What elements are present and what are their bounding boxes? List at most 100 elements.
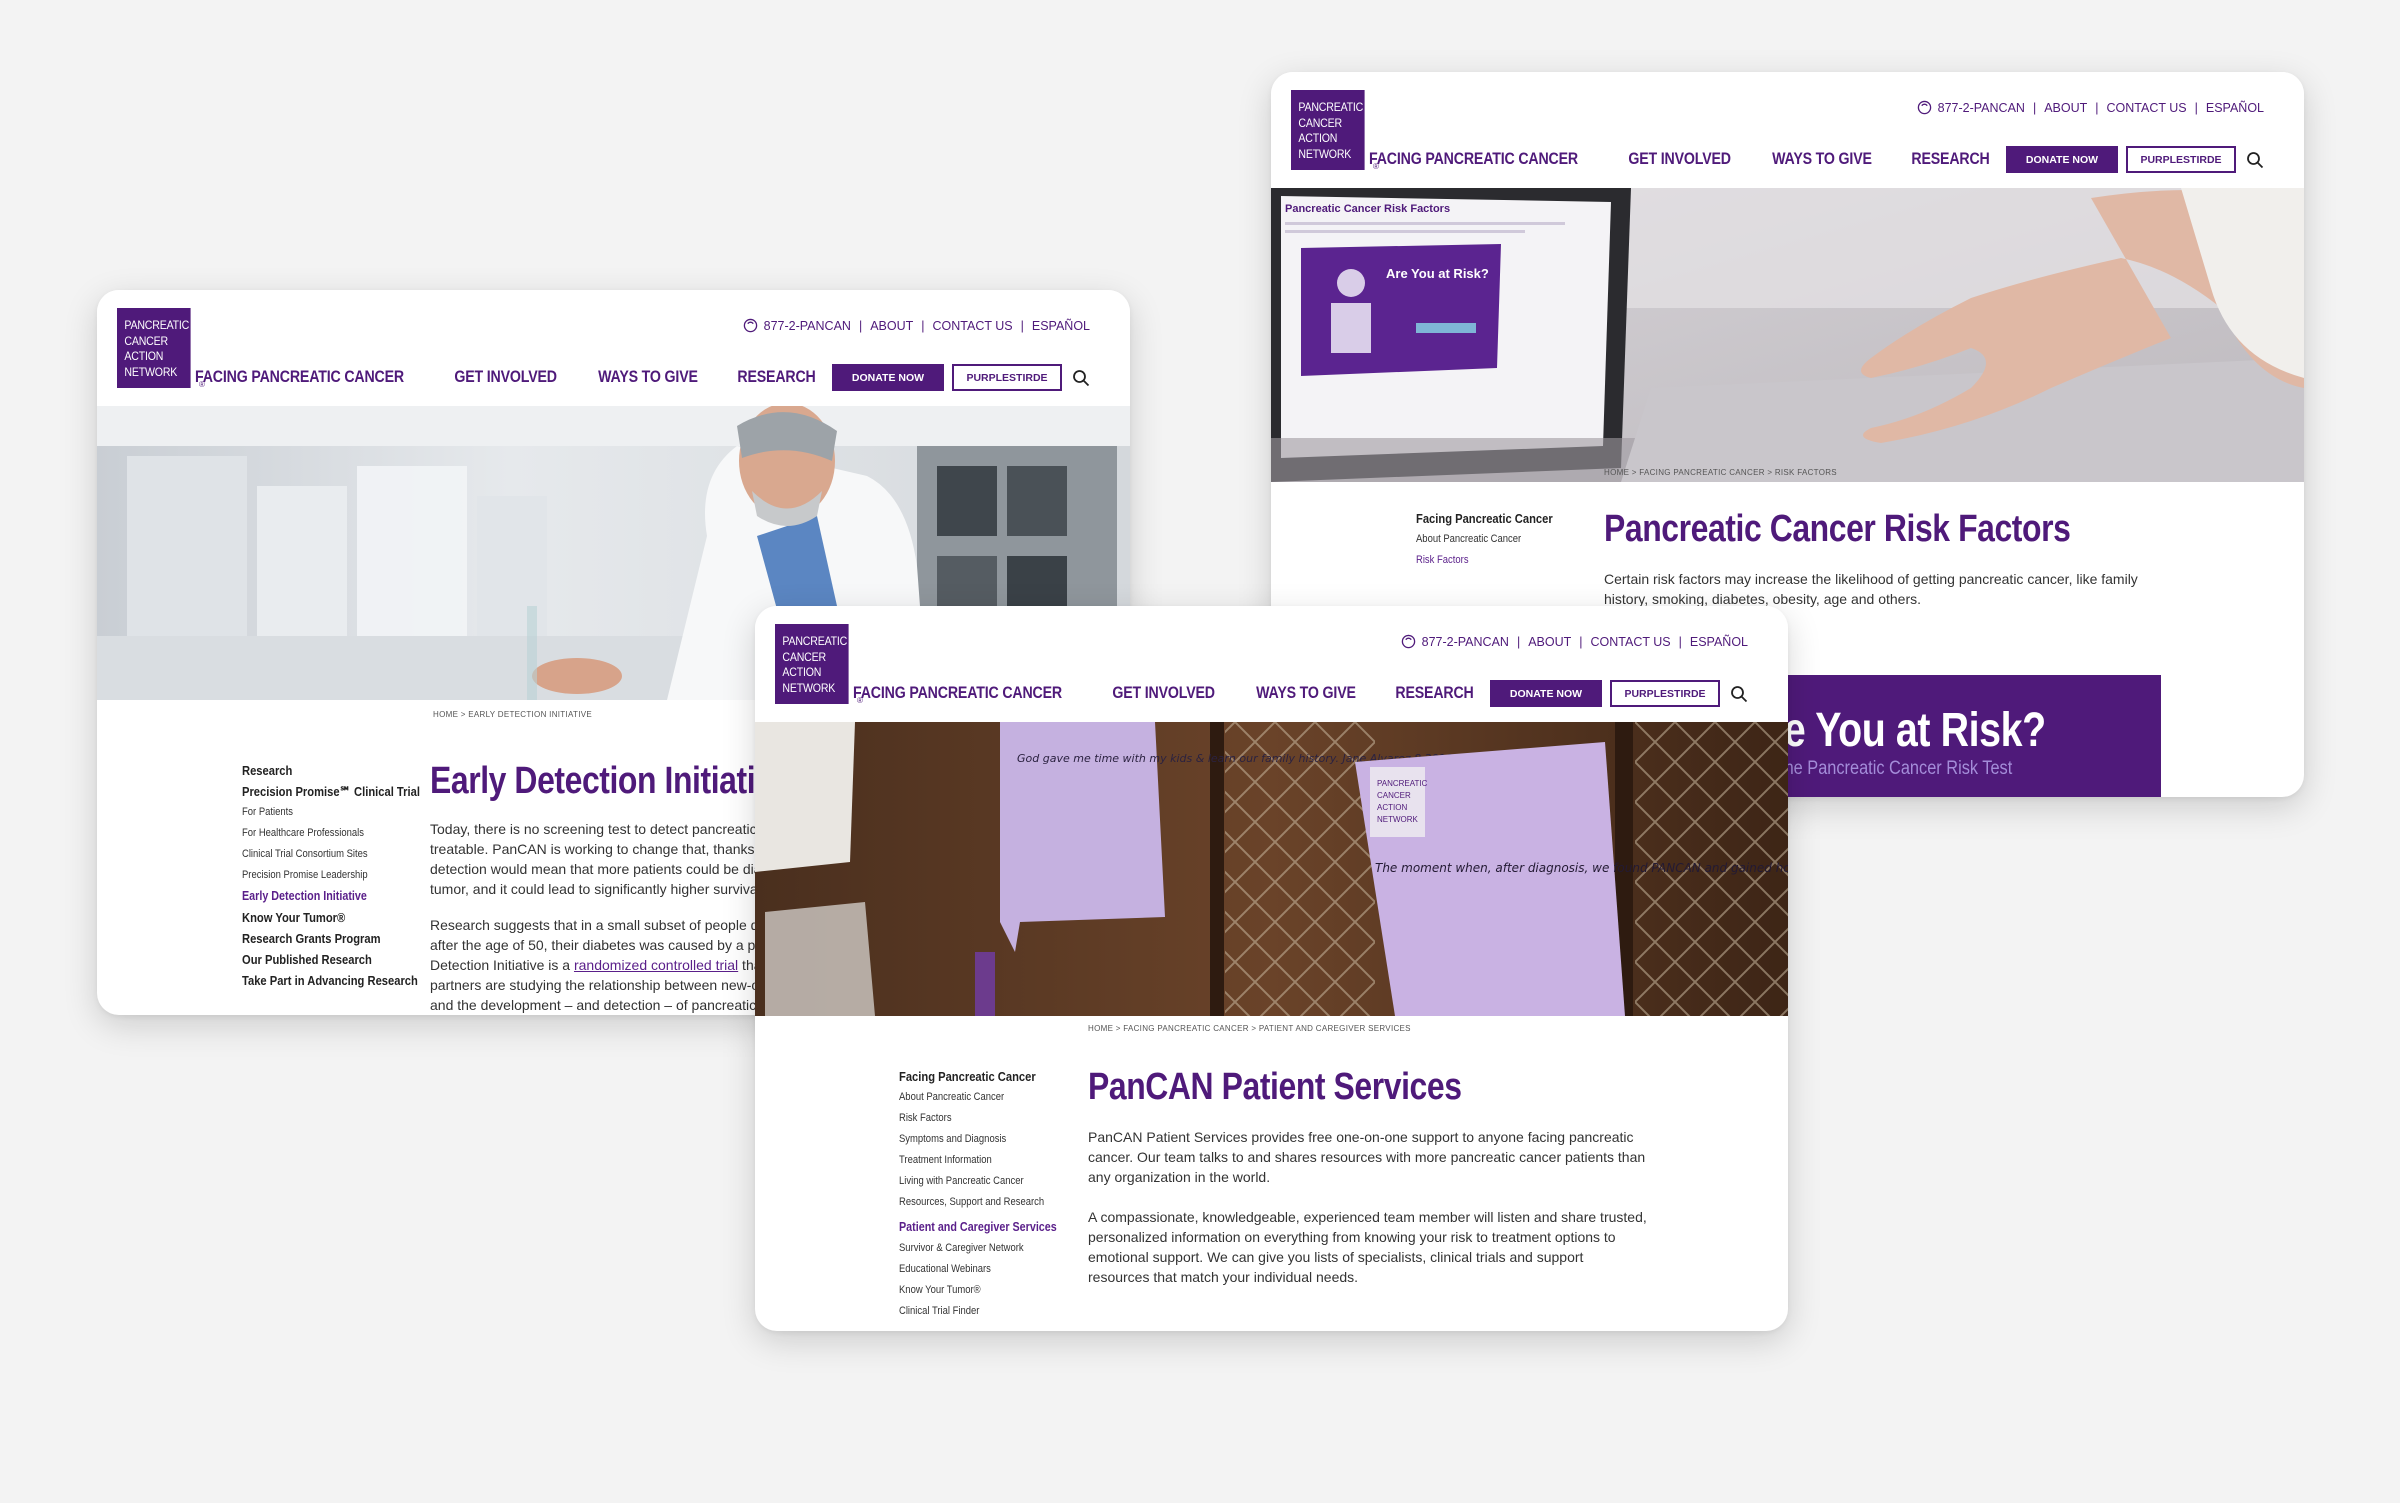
- nav-ways-to-give[interactable]: WAYS TO GIVE: [1772, 150, 1872, 169]
- phone-link[interactable]: 877-2-PANCAN: [1938, 101, 2025, 115]
- separator: |: [2032, 100, 2037, 115]
- about-link[interactable]: ABOUT: [1528, 635, 1571, 649]
- contact-us-link[interactable]: CONTACT US: [2107, 101, 2187, 115]
- utility-nav: 877-2-PANCAN | ABOUT | CONTACT US | ESPA…: [1401, 634, 1748, 649]
- utility-nav: 877-2-PANCAN | ABOUT | CONTACT US | ESPA…: [1917, 100, 2264, 115]
- main-content: Pancreatic Cancer Risk Factors Certain r…: [1604, 508, 2164, 609]
- rct-link[interactable]: randomized controlled trial: [574, 957, 738, 973]
- sidebar-item-take-part[interactable]: Take Part in Advancing Research: [242, 970, 420, 991]
- contact-us-link[interactable]: CONTACT US: [1591, 635, 1671, 649]
- purplestride-button[interactable]: PURPLESTIRDE: [1610, 680, 1720, 707]
- nav-ways-to-give[interactable]: WAYS TO GIVE: [1256, 684, 1356, 703]
- separator: |: [2194, 100, 2198, 115]
- nav-ways-to-give[interactable]: WAYS TO GIVE: [598, 368, 698, 387]
- sidebar-item-for-patients[interactable]: For Patients: [242, 802, 420, 823]
- main-nav: FACING PANCREATIC CANCER GET INVOLVED WA…: [811, 680, 1748, 707]
- espanol-link[interactable]: ESPAÑOL: [2206, 101, 2264, 115]
- utility-nav: 877-2-PANCAN | ABOUT | CONTACT US | ESPA…: [743, 318, 1090, 333]
- nav-research[interactable]: RESEARCH: [737, 368, 815, 387]
- sidebar-item-know-your-tumor[interactable]: Know Your Tumor®: [899, 1280, 1057, 1301]
- nav-facing-pancreatic-cancer[interactable]: FACING PANCREATIC CANCER: [195, 368, 404, 387]
- about-link[interactable]: ABOUT: [2044, 101, 2087, 115]
- logo-text: CANCER: [1298, 117, 1342, 130]
- sidebar-item-treatment-information[interactable]: Treatment Information: [899, 1150, 1057, 1171]
- intro-paragraph: PanCAN Patient Services provides free on…: [1088, 1129, 1646, 1185]
- sidebar-item-webinars[interactable]: Educational Webinars: [899, 1259, 1057, 1280]
- main-content: PanCAN Patient Services PanCAN Patient S…: [1088, 1066, 1648, 1287]
- search-icon[interactable]: [1072, 369, 1090, 387]
- hero-image-hope-notes: God gave me time with my kids & learn ou…: [755, 722, 1788, 1016]
- search-icon[interactable]: [1730, 685, 1748, 703]
- sidebar-item-for-healthcare-professionals[interactable]: For Healthcare Professionals: [242, 823, 420, 844]
- sidebar-nav: Facing Pancreatic Cancer About Pancreati…: [1416, 508, 1575, 571]
- sidebar-item-facing-pancreatic-cancer[interactable]: Facing Pancreatic Cancer: [899, 1066, 1057, 1087]
- sidebar-item-published-research[interactable]: Our Published Research: [242, 949, 420, 970]
- risk-test-link[interactable]: Take the Pancreatic Cancer Risk Test: [1741, 758, 2102, 780]
- site-header: PANCREATIC CANCER ACTION NETWORK ® 877-2…: [97, 290, 1130, 406]
- sidebar-item-early-detection-active[interactable]: Early Detection Initiative: [242, 886, 420, 907]
- logo-text: PANCREATIC: [782, 636, 848, 648]
- sidebar-item-living-with[interactable]: Living with Pancreatic Cancer: [899, 1171, 1057, 1192]
- sidebar-item-research-grants[interactable]: Research Grants Program: [242, 928, 420, 949]
- purplestride-button[interactable]: PURPLESTIRDE: [952, 364, 1062, 391]
- nav-research[interactable]: RESEARCH: [1911, 150, 1989, 169]
- intro-paragraph: Certain risk factors may increase the li…: [1604, 571, 2138, 607]
- patient-services-page-mockup: PANCREATIC CANCER ACTION NETWORK ® 877-2…: [755, 606, 1788, 1331]
- nav-facing-pancreatic-cancer[interactable]: FACING PANCREATIC CANCER: [853, 684, 1062, 703]
- sidebar-item-about[interactable]: About Pancreatic Cancer: [899, 1087, 1057, 1108]
- sidebar-item-risk-factors[interactable]: Risk Factors: [899, 1108, 1057, 1129]
- hero-image-laptop-hand: Pancreatic Cancer Risk Factors Are You a…: [1271, 188, 2304, 482]
- sidebar-item-patient-services-active[interactable]: Patient and Caregiver Services: [899, 1217, 1057, 1238]
- sidebar-item-survivor-network[interactable]: Survivor & Caregiver Network: [899, 1238, 1057, 1259]
- separator: |: [1516, 634, 1521, 649]
- handwritten-note-main: The moment when, after diagnosis, we fou…: [1375, 861, 1788, 875]
- separator: |: [858, 318, 863, 333]
- breadcrumb: HOME > FACING PANCREATIC CANCER > RISK F…: [1604, 468, 1837, 477]
- espanol-link[interactable]: ESPAÑOL: [1690, 635, 1748, 649]
- sidebar-item-know-your-tumor[interactable]: Know Your Tumor®: [242, 907, 420, 928]
- sidebar-item-precision-promise[interactable]: Precision Promise℠ Clinical Trial: [242, 781, 420, 802]
- sidebar-item-about[interactable]: About Pancreatic Cancer: [1416, 529, 1553, 550]
- phone-icon: [1401, 634, 1415, 649]
- phone-link[interactable]: 877-2-PANCAN: [764, 319, 851, 333]
- sidebar-item-precision-promise-leadership[interactable]: Precision Promise Leadership: [242, 865, 420, 886]
- nav-facing-pancreatic-cancer[interactable]: FACING PANCREATIC CANCER: [1369, 150, 1578, 169]
- purplestride-button[interactable]: PURPLESTIRDE: [2126, 146, 2236, 173]
- nav-get-involved[interactable]: GET INVOLVED: [454, 368, 557, 387]
- page-title: PanCAN Patient Services: [1088, 1066, 1462, 1108]
- sidebar-item-symptoms-diagnosis[interactable]: Symptoms and Diagnosis: [899, 1129, 1057, 1150]
- separator: |: [1020, 318, 1024, 333]
- main-nav: FACING PANCREATIC CANCER GET INVOLVED WA…: [1327, 146, 2264, 173]
- risk-banner-title: Are You at Risk?: [1741, 704, 2046, 757]
- note-logo-text: NETWORK: [1377, 815, 1419, 824]
- donate-now-button[interactable]: DONATE NOW: [2006, 146, 2118, 173]
- contact-us-link[interactable]: CONTACT US: [933, 319, 1013, 333]
- logo-text: PANCREATIC: [124, 320, 190, 332]
- main-nav: FACING PANCREATIC CANCER GET INVOLVED WA…: [153, 364, 1090, 391]
- note-logo-text: PANCREATIC: [1377, 779, 1428, 788]
- site-header: PANCREATIC CANCER ACTION NETWORK ® 877-2…: [1271, 72, 2304, 188]
- donate-now-button[interactable]: DONATE NOW: [832, 364, 944, 391]
- espanol-link[interactable]: ESPAÑOL: [1032, 319, 1090, 333]
- separator: |: [2095, 100, 2099, 115]
- note-logo-text: ACTION: [1377, 803, 1407, 812]
- nav-research[interactable]: RESEARCH: [1395, 684, 1473, 703]
- donate-now-button[interactable]: DONATE NOW: [1490, 680, 1602, 707]
- nav-get-involved[interactable]: GET INVOLVED: [1628, 150, 1731, 169]
- sidebar-item-facing-pancreatic-cancer[interactable]: Facing Pancreatic Cancer: [1416, 508, 1553, 529]
- logo-text: CANCER: [782, 651, 826, 664]
- sidebar-item-risk-factors-active[interactable]: Risk Factors: [1416, 550, 1553, 571]
- sidebar-item-research[interactable]: Research: [242, 760, 420, 781]
- about-link[interactable]: ABOUT: [870, 319, 913, 333]
- screen-card-text: Are You at Risk?: [1386, 266, 1489, 281]
- sidebar-item-consortium-sites[interactable]: Clinical Trial Consortium Sites: [242, 844, 420, 865]
- sidebar-item-clinical-trial-finder[interactable]: Clinical Trial Finder: [899, 1301, 1057, 1322]
- site-header: PANCREATIC CANCER ACTION NETWORK ® 877-2…: [755, 606, 1788, 722]
- phone-icon: [743, 318, 757, 333]
- phone-link[interactable]: 877-2-PANCAN: [1422, 635, 1509, 649]
- search-icon[interactable]: [2246, 151, 2264, 169]
- sidebar-item-resources[interactable]: Resources, Support and Research: [899, 1192, 1057, 1213]
- support-paragraph: A compassionate, knowledgeable, experien…: [1088, 1209, 1647, 1285]
- breadcrumb: HOME > EARLY DETECTION INITIATIVE: [433, 710, 593, 719]
- nav-get-involved[interactable]: GET INVOLVED: [1112, 684, 1215, 703]
